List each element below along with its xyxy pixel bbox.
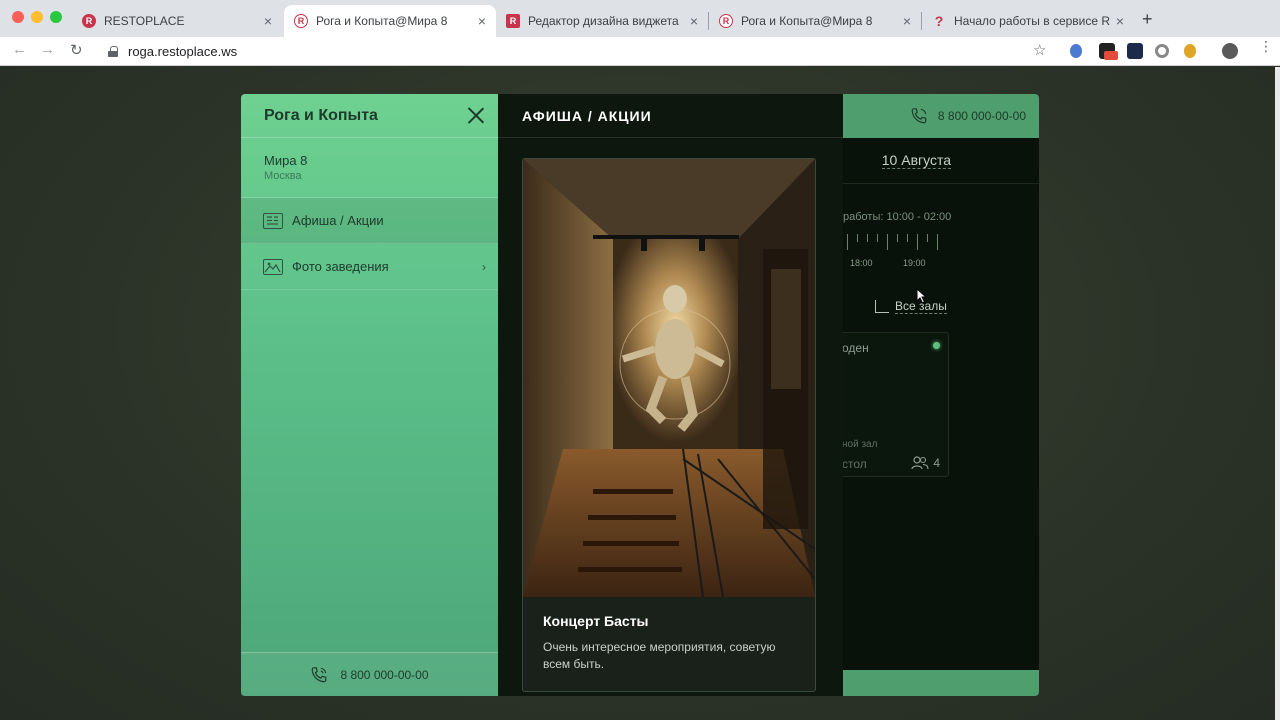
table-type: стол — [843, 457, 867, 471]
all-halls-button[interactable]: Все залы — [875, 299, 947, 314]
help-icon: ? — [934, 13, 944, 29]
tab-title: Рога и Копыта@Мира 8 — [741, 14, 873, 28]
widget-sidebar: Рога и Копыта Мира 8 Москва Афиша / Акци… — [241, 94, 498, 696]
extension-icon[interactable] — [1127, 43, 1143, 59]
reload-icon[interactable]: ↻ — [70, 41, 83, 59]
event-card[interactable]: Концерт Басты Очень интересное мероприят… — [522, 158, 816, 692]
sidebar-item-label: Афиша / Акции — [292, 213, 384, 228]
menu-icon[interactable]: ⋮ — [1259, 39, 1273, 53]
browser-toolbar: ← → ↻ roga.restoplace.ws ☆ ⋮ — [0, 37, 1280, 66]
browser-tab[interactable]: ? Начало работы в сервисе Re × — [922, 5, 1134, 37]
browser-tab[interactable]: R RESTOPLACE × — [72, 5, 282, 37]
url-text: roga.restoplace.ws — [128, 44, 238, 59]
restoplace-icon: R — [82, 14, 96, 28]
maximize-window-button[interactable] — [50, 11, 62, 23]
time-slider[interactable] — [843, 234, 963, 250]
people-icon — [911, 456, 929, 470]
event-title: Концерт Басты — [543, 613, 649, 629]
new-tab-button[interactable]: + — [1142, 9, 1153, 30]
minimize-window-button[interactable] — [31, 11, 43, 23]
newspaper-icon — [263, 212, 283, 229]
venue-name: Рога и Копыта — [264, 106, 378, 124]
event-photo — [523, 159, 815, 597]
sidebar-header: Рога и Копыта — [241, 94, 498, 138]
phone-icon — [911, 108, 927, 124]
tab-title: Рога и Копыта@Мира 8 — [316, 14, 448, 28]
event-description: Очень интересное мероприятия, советую вс… — [543, 640, 776, 671]
address-bar[interactable]: roga.restoplace.ws — [98, 39, 1058, 64]
close-tab-icon[interactable]: × — [903, 13, 911, 29]
bookmark-star-icon[interactable]: ☆ — [1033, 41, 1046, 59]
status-dot — [933, 342, 940, 349]
chevron-right-icon: › — [482, 260, 486, 274]
phone-icon — [312, 666, 327, 682]
table-name: оден — [843, 341, 869, 355]
image-icon — [263, 258, 283, 275]
restoplace-icon: R — [506, 14, 520, 28]
time-label: 19:00 — [903, 258, 926, 268]
sidebar-item-label: Фото заведения — [292, 259, 389, 274]
date-picker[interactable]: 10 Августа — [881, 152, 951, 169]
browser-tab[interactable]: R Редактор дизайна виджета × — [496, 5, 708, 37]
stairs-icon — [875, 300, 889, 313]
restoplace-icon: R — [294, 14, 308, 28]
venue-address: Мира 8 Москва — [241, 138, 498, 198]
close-tab-icon[interactable]: × — [1116, 13, 1124, 29]
tab-title: RESTOPLACE — [104, 14, 185, 28]
booking-header[interactable]: 8 800 000-00-00 — [843, 94, 1039, 138]
afisha-panel: АФИША / АКЦИИ Концерт Басты Очень интере… — [498, 94, 843, 696]
mouse-cursor-icon — [916, 288, 928, 304]
close-icon[interactable] — [468, 107, 484, 123]
table-seats: 4 — [911, 456, 940, 470]
extension-badge-icon — [1104, 51, 1118, 60]
extension-icon[interactable] — [1070, 44, 1082, 58]
panel-title: АФИША / АКЦИИ — [498, 94, 843, 138]
time-label: 18:00 — [850, 258, 873, 268]
extension-icon[interactable] — [1155, 44, 1169, 58]
booking-phone: 8 800 000-00-00 — [937, 109, 1026, 123]
address-city: Москва — [264, 170, 302, 182]
sidebar-item-photos[interactable]: Фото заведения › — [241, 244, 498, 290]
close-tab-icon[interactable]: × — [264, 13, 272, 29]
tab-title: Редактор дизайна виджета — [528, 14, 679, 28]
date-row: 10 Августа — [843, 138, 1039, 184]
close-tab-icon[interactable]: × — [478, 13, 486, 29]
working-hours: работы: 10:00 - 02:00 — [843, 211, 952, 223]
booking-panel: 8 800 000-00-00 10 Августа работы: 10:00… — [843, 94, 1039, 696]
sidebar-item-afisha[interactable]: Афиша / Акции — [241, 198, 498, 244]
browser-tab-active[interactable]: R Рога и Копыта@Мира 8 × — [284, 5, 496, 37]
table-card[interactable]: оден ной зал стол 4 — [843, 332, 949, 477]
seats-count: 4 — [933, 456, 940, 470]
scrollbar[interactable] — [1275, 67, 1280, 720]
extension-icon[interactable] — [1184, 44, 1196, 58]
tab-title: Начало работы в сервисе Re — [954, 14, 1110, 28]
lock-icon — [108, 46, 118, 57]
address-street: Мира 8 — [264, 153, 308, 168]
browser-tab[interactable]: R Рога и Копыта@Мира 8 × — [709, 5, 921, 37]
booking-footer — [843, 670, 1039, 696]
restoplace-icon: R — [719, 14, 733, 28]
close-window-button[interactable] — [12, 11, 24, 23]
profile-avatar[interactable] — [1222, 43, 1238, 59]
forward-icon[interactable]: → — [40, 41, 55, 58]
event-card-body: Концерт Басты Очень интересное мероприят… — [523, 597, 815, 691]
phone-number: 8 800 000-00-00 — [340, 667, 429, 682]
back-icon[interactable]: ← — [12, 41, 27, 58]
table-hall: ной зал — [843, 439, 878, 450]
browser-tab-bar: R RESTOPLACE × R Рога и Копыта@Мира 8 × … — [0, 0, 1280, 37]
close-tab-icon[interactable]: × — [690, 13, 698, 29]
sidebar-phone[interactable]: 8 800 000-00-00 — [241, 652, 498, 696]
